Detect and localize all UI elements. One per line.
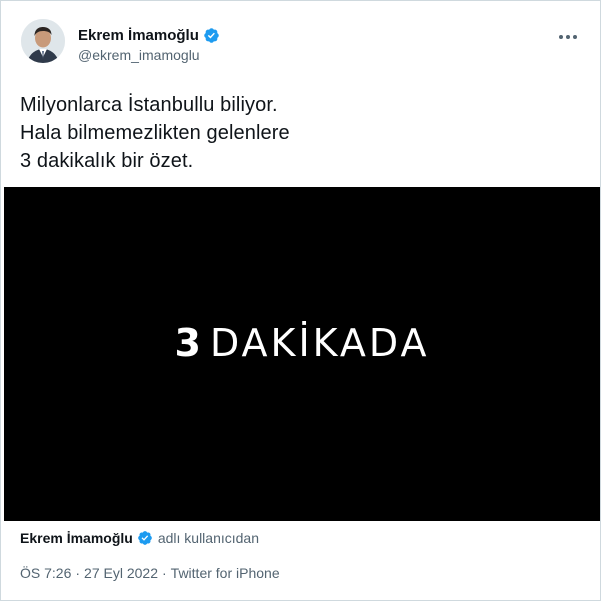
avatar[interactable] [21, 19, 65, 63]
more-horizontal-icon [559, 35, 577, 39]
tweet-text-line: Milyonlarca İstanbullu biliyor. [20, 94, 278, 116]
author-handle[interactable]: @ekrem_imamoglu [78, 47, 220, 63]
tweet-meta: ÖS 7:26 · 27 Eyl 2022 · Twitter for iPho… [20, 565, 280, 581]
display-name-row: Ekrem İmamoğlu [78, 25, 220, 45]
display-name[interactable]: Ekrem İmamoğlu [78, 27, 199, 44]
video-title-word: DAKİKADA [209, 321, 430, 365]
meta-separator: · [162, 565, 167, 581]
avatar-image [21, 19, 65, 63]
video-title-card: 3 DAKİKADA [174, 321, 429, 365]
video-attribution: Ekrem İmamoğlu adlı kullanıcıdan [20, 528, 259, 548]
tweet-text-line: 3 dakikalık bir özet. [20, 150, 194, 172]
tweet-text: Milyonlarca İstanbullu biliyor. Hala bil… [20, 91, 580, 175]
more-options-button[interactable] [554, 27, 582, 47]
tweet-date[interactable]: 27 Eyl 2022 [84, 565, 158, 581]
video-media[interactable]: 3 DAKİKADA [4, 187, 600, 521]
tweet-header: Ekrem İmamoğlu @ekrem_imamoglu [21, 19, 586, 75]
tweet-text-line: Hala bilmemezlikten gelenlere [20, 122, 290, 144]
tweet-time[interactable]: ÖS 7:26 [20, 565, 71, 581]
attribution-suffix: adlı kullanıcıdan [157, 530, 260, 546]
attribution-name[interactable]: Ekrem İmamoğlu [20, 530, 133, 546]
tweet-card: Ekrem İmamoğlu @ekrem_imamoglu Milyonlar… [0, 0, 601, 601]
tweet-source[interactable]: Twitter for iPhone [171, 565, 280, 581]
video-title-number: 3 [174, 321, 204, 365]
verified-badge-icon [203, 27, 220, 44]
author-names: Ekrem İmamoğlu @ekrem_imamoglu [78, 25, 220, 63]
meta-separator: · [75, 565, 81, 581]
verified-badge-icon [137, 530, 153, 546]
